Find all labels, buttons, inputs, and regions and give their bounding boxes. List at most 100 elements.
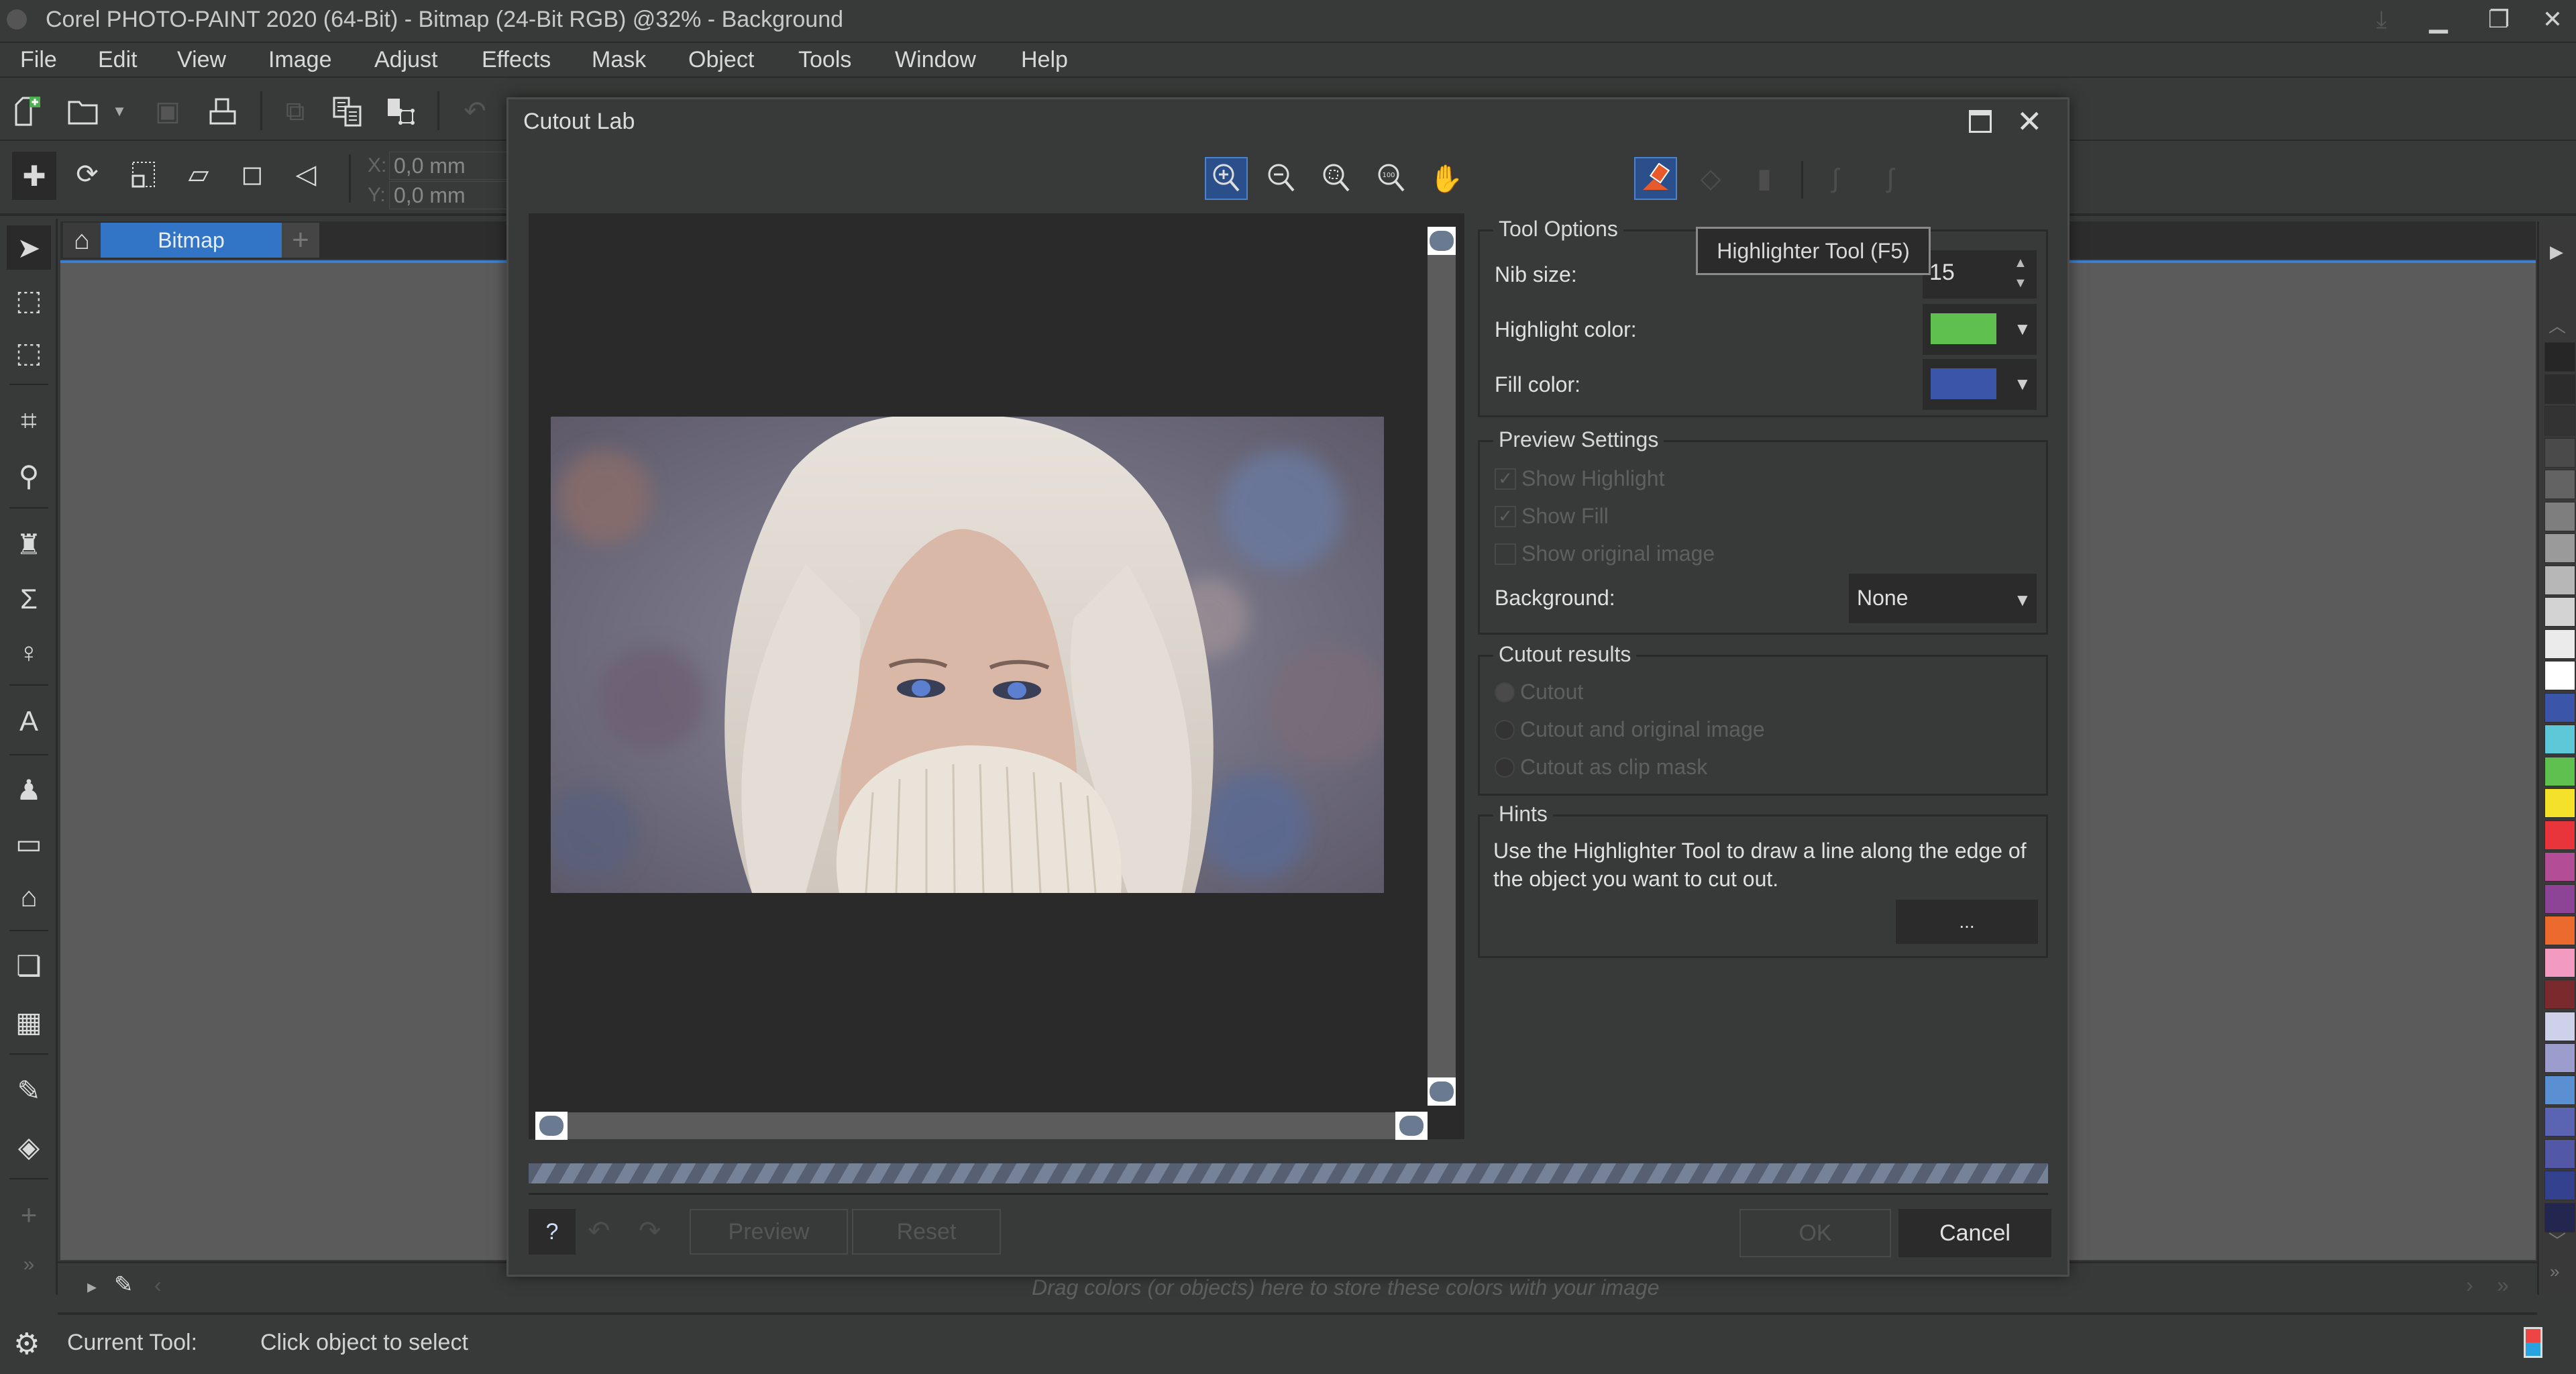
x-position-field[interactable]: 0,0 mm xyxy=(389,152,510,180)
palette-swatch[interactable] xyxy=(2544,533,2575,563)
nib-size-decrement[interactable]: ▼ xyxy=(2014,276,2027,291)
palette-swatch[interactable] xyxy=(2544,947,2575,977)
palette-menu-arrow-icon[interactable]: ▶ xyxy=(2550,242,2563,262)
cancel-button[interactable]: Cancel xyxy=(1898,1209,2051,1257)
pick-tool-icon[interactable]: ➤ xyxy=(7,225,51,270)
palette-scroll-down-icon[interactable]: ﹀ xyxy=(2548,1228,2566,1253)
new-document-icon[interactable] xyxy=(9,93,47,130)
smear-tool-icon[interactable]: Σ xyxy=(7,577,51,621)
print-icon[interactable] xyxy=(204,93,241,130)
highlighter-tool-icon[interactable] xyxy=(1634,157,1677,200)
palette-swatch[interactable] xyxy=(2544,661,2575,690)
rectangle-mask-tool-icon[interactable]: ⬚ xyxy=(7,278,51,322)
palette-swatch[interactable] xyxy=(2544,470,2575,499)
drop-shadow-tool-icon[interactable]: ❏ xyxy=(7,943,51,988)
palette-swatch[interactable] xyxy=(2544,629,2575,659)
cutout-and-original-radio[interactable]: Cutout and original image xyxy=(1495,717,1765,742)
palette-bar-arrow-icon[interactable]: ▸ xyxy=(87,1275,97,1298)
palette-scroll-up-icon[interactable]: ︿ xyxy=(2548,313,2566,337)
menu-tools[interactable]: Tools xyxy=(798,47,851,73)
palette-expand-icon[interactable]: » xyxy=(2550,1261,2559,1282)
zoom-100-icon[interactable]: 100 xyxy=(1370,157,1413,200)
dialog-close-button[interactable]: ✕ xyxy=(2017,103,2043,140)
palette-swatch[interactable] xyxy=(2544,756,2575,786)
dialog-maximize-button[interactable] xyxy=(1969,110,1992,133)
distort-icon[interactable]: ◻ xyxy=(233,156,271,193)
menu-mask[interactable]: Mask xyxy=(592,47,646,73)
ok-button[interactable]: OK xyxy=(1739,1209,1891,1257)
palette-swatch[interactable] xyxy=(2544,852,2575,882)
palette-swatch[interactable] xyxy=(2544,1107,2575,1137)
minimize-button[interactable]: ▁ xyxy=(2418,4,2459,35)
menu-object[interactable]: Object xyxy=(688,47,754,73)
eraser-tool-icon[interactable]: ⌂ xyxy=(7,875,51,919)
text-tool-icon[interactable]: A xyxy=(7,699,51,743)
zoom-tool-icon[interactable]: ⚲ xyxy=(7,454,51,498)
transparency-tool-icon[interactable]: ▦ xyxy=(7,1000,51,1044)
red-eye-tool-icon[interactable]: ♀ xyxy=(7,631,51,675)
palette-swatch[interactable] xyxy=(2544,725,2575,754)
palette-swatch[interactable] xyxy=(2544,884,2575,914)
preview-button[interactable]: Preview xyxy=(690,1209,848,1255)
palette-swatch[interactable] xyxy=(2544,1043,2575,1073)
menu-effects[interactable]: Effects xyxy=(482,47,551,73)
add-tool-icon[interactable]: + xyxy=(7,1193,51,1237)
scroll-left-button[interactable] xyxy=(535,1112,568,1140)
mask-transform-tool-icon[interactable]: ⬚ xyxy=(7,330,51,374)
preview-vertical-scrollbar[interactable] xyxy=(1428,227,1456,1106)
clone-tool-icon[interactable]: ♜ xyxy=(7,522,51,566)
y-position-field[interactable]: 0,0 mm xyxy=(389,181,510,209)
rotate-icon[interactable]: ⟳ xyxy=(68,156,106,193)
palette-swatch[interactable] xyxy=(2544,1075,2575,1105)
palette-swatch[interactable] xyxy=(2544,406,2575,435)
palette-swatch[interactable] xyxy=(2544,692,2575,723)
palette-swatch[interactable] xyxy=(2544,788,2575,818)
open-folder-icon[interactable] xyxy=(64,93,102,130)
palette-swatch[interactable] xyxy=(2544,342,2575,372)
copy-icon[interactable] xyxy=(329,93,366,130)
eyedropper-icon[interactable]: ✎ xyxy=(114,1271,133,1298)
palette-swatch[interactable] xyxy=(2544,916,2575,945)
position-transform-icon[interactable]: ✚ xyxy=(12,152,56,200)
zoom-out-icon[interactable] xyxy=(1260,157,1303,200)
fill-tool-icon[interactable]: ◈ xyxy=(7,1124,51,1169)
scroll-down-button[interactable] xyxy=(1428,1077,1456,1106)
palette-swatch[interactable] xyxy=(2544,374,2575,404)
palette-swatch[interactable] xyxy=(2544,1171,2575,1200)
show-highlight-checkbox[interactable]: ✓ Show Highlight xyxy=(1495,466,1664,491)
menu-edit[interactable]: Edit xyxy=(98,47,138,73)
menu-image[interactable]: Image xyxy=(268,47,332,73)
add-tab-button[interactable]: + xyxy=(282,223,319,258)
palette-swatch[interactable] xyxy=(2544,1011,2575,1041)
cutout-clip-mask-radio[interactable]: Cutout as clip mask xyxy=(1495,755,1707,780)
pan-hand-icon[interactable]: ✋ xyxy=(1425,157,1468,200)
preview-horizontal-scrollbar[interactable] xyxy=(535,1112,1428,1140)
eyedropper-tool-icon[interactable]: ✎ xyxy=(7,1068,51,1112)
nib-size-field[interactable]: 15 ▲ ▼ xyxy=(1923,250,2037,299)
palette-swatch[interactable] xyxy=(2544,437,2575,468)
cutout-radio[interactable]: Cutout xyxy=(1495,680,1583,704)
zoom-to-fit-icon[interactable] xyxy=(1315,157,1358,200)
show-original-image-checkbox[interactable]: Show original image xyxy=(1495,541,1715,566)
palette-scroll-left-icon[interactable]: ‹ xyxy=(154,1273,162,1298)
menu-view[interactable]: View xyxy=(177,47,226,73)
home-icon[interactable]: ⌂ xyxy=(63,223,101,258)
restore-button[interactable]: ❐ xyxy=(2479,4,2519,35)
tab-bitmap[interactable]: Bitmap xyxy=(101,223,282,258)
highlight-color-picker[interactable]: ▼ xyxy=(1923,304,2037,355)
gear-icon[interactable]: ⚙ xyxy=(13,1327,40,1361)
color-management-icon[interactable] xyxy=(2524,1327,2542,1358)
menu-adjust[interactable]: Adjust xyxy=(374,47,438,73)
nib-size-increment[interactable]: ▲ xyxy=(2014,256,2027,271)
menu-window[interactable]: Window xyxy=(895,47,976,73)
scroll-up-button[interactable] xyxy=(1428,227,1456,255)
scale-icon[interactable] xyxy=(125,156,162,193)
perspective-icon[interactable]: ◁ xyxy=(287,156,325,193)
help-button[interactable]: ? xyxy=(529,1209,576,1255)
pin-icon[interactable]: ⤓ xyxy=(2361,4,2402,35)
palette-scroll-right-icon[interactable]: › xyxy=(2466,1273,2473,1298)
reset-button[interactable]: Reset xyxy=(852,1209,1001,1255)
fill-color-picker[interactable]: ▼ xyxy=(1923,359,2037,410)
crop-tool-icon[interactable]: ⌗ xyxy=(7,399,51,443)
menu-file[interactable]: File xyxy=(20,47,57,73)
